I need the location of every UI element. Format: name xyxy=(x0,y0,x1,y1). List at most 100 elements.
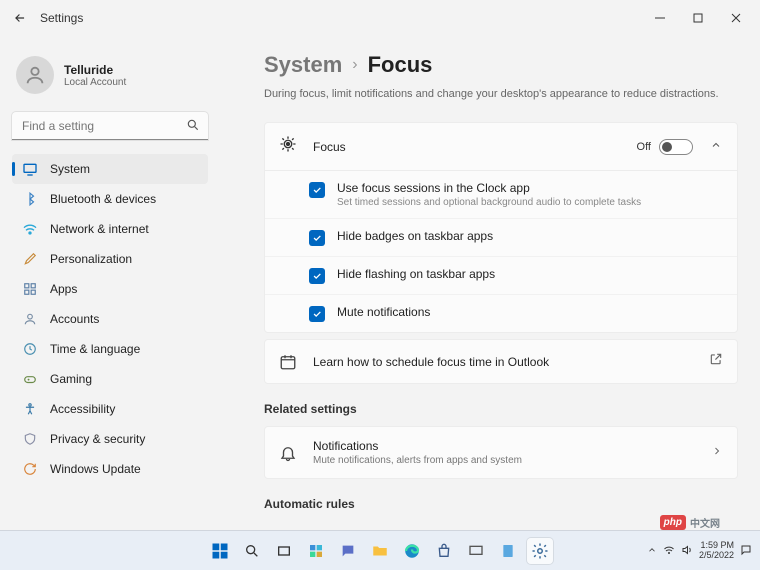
user-name: Telluride xyxy=(64,63,126,77)
notifications-card[interactable]: Notifications Mute notifications, alerts… xyxy=(264,426,738,479)
page-description: During focus, limit notifications and ch… xyxy=(264,88,738,100)
bluetooth-icon xyxy=(22,191,38,207)
taskbar-settings[interactable] xyxy=(527,538,553,564)
sidebar-item-gaming[interactable]: Gaming xyxy=(12,364,208,394)
option-mute-notifications[interactable]: Mute notifications xyxy=(265,295,737,332)
taskbar-start[interactable] xyxy=(207,538,233,564)
page-title: Focus xyxy=(368,52,433,78)
notifications-sub: Mute notifications, alerts from apps and… xyxy=(313,455,695,466)
focus-card: Focus Off Use focus sessions in the Cloc… xyxy=(264,122,738,333)
search-icon xyxy=(244,543,260,559)
search-icon xyxy=(186,118,200,137)
sidebar-item-bluetooth[interactable]: Bluetooth & devices xyxy=(12,184,208,214)
update-icon xyxy=(22,461,38,477)
user-block[interactable]: Telluride Local Account xyxy=(12,40,208,112)
focus-card-title: Focus xyxy=(313,140,621,154)
sidebar-item-system[interactable]: System xyxy=(12,154,208,184)
taskbar-date: 2/5/2022 xyxy=(699,551,734,561)
taskbar-store[interactable] xyxy=(431,538,457,564)
taskbar-app1[interactable] xyxy=(463,538,489,564)
sidebar-item-accounts[interactable]: Accounts xyxy=(12,304,208,334)
taskbar-edge[interactable] xyxy=(399,538,425,564)
sidebar-item-label: Accessibility xyxy=(50,402,115,416)
taskbar-taskview[interactable] xyxy=(271,538,297,564)
clock-icon xyxy=(22,341,38,357)
tray-volume-icon[interactable] xyxy=(681,544,693,558)
option-sublabel: Set timed sessions and optional backgrou… xyxy=(337,197,641,208)
external-link-icon xyxy=(709,352,723,371)
taskbar-explorer[interactable] xyxy=(367,538,393,564)
sidebar-item-label: Apps xyxy=(50,282,77,296)
sidebar: Telluride Local Account System Bluetooth… xyxy=(0,36,218,530)
tray-network-icon[interactable] xyxy=(663,544,675,558)
notes-icon xyxy=(500,543,516,559)
option-label: Use focus sessions in the Clock app xyxy=(337,181,641,195)
accessibility-icon xyxy=(22,401,38,417)
option-hide-badges[interactable]: Hide badges on taskbar apps xyxy=(265,219,737,257)
sidebar-item-label: Privacy & security xyxy=(50,432,145,446)
taskbar-clock[interactable]: 1:59 PM 2/5/2022 xyxy=(699,541,734,561)
sidebar-item-label: Personalization xyxy=(50,252,132,266)
search-input[interactable] xyxy=(12,112,208,140)
user-account-type: Local Account xyxy=(64,77,126,88)
watermark-text: 中文网 xyxy=(690,515,720,530)
close-button[interactable] xyxy=(726,8,746,28)
related-settings-heading: Related settings xyxy=(264,402,738,416)
accounts-icon xyxy=(22,311,38,327)
option-hide-flashing[interactable]: Hide flashing on taskbar apps xyxy=(265,257,737,295)
chevron-right-icon xyxy=(711,444,723,462)
person-icon xyxy=(24,64,46,86)
checkbox[interactable] xyxy=(309,230,325,246)
nav-list: System Bluetooth & devices Network & int… xyxy=(12,154,208,484)
outlook-link-label: Learn how to schedule focus time in Outl… xyxy=(313,355,693,369)
sidebar-item-label: Windows Update xyxy=(50,462,141,476)
bell-icon xyxy=(279,444,297,462)
watermark-logo: php xyxy=(660,515,686,530)
sidebar-item-personalization[interactable]: Personalization xyxy=(12,244,208,274)
option-label: Mute notifications xyxy=(337,305,430,319)
taskbar-search[interactable] xyxy=(239,538,265,564)
focus-card-header[interactable]: Focus Off xyxy=(265,123,737,170)
focus-options: Use focus sessions in the Clock app Set … xyxy=(265,170,737,332)
search-box[interactable] xyxy=(12,112,208,140)
option-label: Hide flashing on taskbar apps xyxy=(337,267,495,281)
windows-icon xyxy=(211,542,229,560)
sidebar-item-label: System xyxy=(50,162,90,176)
minimize-button[interactable] xyxy=(650,8,670,28)
taskbar-widgets[interactable] xyxy=(303,538,329,564)
focus-toggle-state: Off xyxy=(637,141,651,153)
shield-icon xyxy=(22,431,38,447)
sidebar-item-label: Bluetooth & devices xyxy=(50,192,156,206)
checkbox[interactable] xyxy=(309,182,325,198)
window-title: Settings xyxy=(40,11,83,25)
breadcrumb: System › Focus xyxy=(264,52,738,78)
avatar xyxy=(16,56,54,94)
outlook-link-card[interactable]: Learn how to schedule focus time in Outl… xyxy=(264,339,738,384)
checkbox[interactable] xyxy=(309,306,325,322)
taskbar: 1:59 PM 2/5/2022 xyxy=(0,530,760,570)
focus-toggle[interactable] xyxy=(659,139,693,155)
brush-icon xyxy=(22,251,38,267)
maximize-button[interactable] xyxy=(688,8,708,28)
sidebar-item-apps[interactable]: Apps xyxy=(12,274,208,304)
sidebar-item-time-language[interactable]: Time & language xyxy=(12,334,208,364)
store-icon xyxy=(436,543,452,559)
tray-notifications-icon[interactable] xyxy=(740,544,752,558)
sidebar-item-label: Gaming xyxy=(50,372,92,386)
breadcrumb-parent[interactable]: System xyxy=(264,52,342,78)
sidebar-item-network[interactable]: Network & internet xyxy=(12,214,208,244)
sidebar-item-windows-update[interactable]: Windows Update xyxy=(12,454,208,484)
sidebar-item-accessibility[interactable]: Accessibility xyxy=(12,394,208,424)
wifi-icon xyxy=(22,221,38,237)
taskbar-chat[interactable] xyxy=(335,538,361,564)
option-use-clock[interactable]: Use focus sessions in the Clock app Set … xyxy=(265,171,737,219)
sidebar-item-privacy[interactable]: Privacy & security xyxy=(12,424,208,454)
taskbar-overflow[interactable] xyxy=(647,545,657,557)
taskbar-app2[interactable] xyxy=(495,538,521,564)
back-button[interactable] xyxy=(8,6,32,30)
maximize-icon xyxy=(693,13,703,23)
checkbox[interactable] xyxy=(309,268,325,284)
notifications-title: Notifications xyxy=(313,439,695,453)
sidebar-item-label: Time & language xyxy=(50,342,140,356)
focus-icon xyxy=(279,135,297,158)
